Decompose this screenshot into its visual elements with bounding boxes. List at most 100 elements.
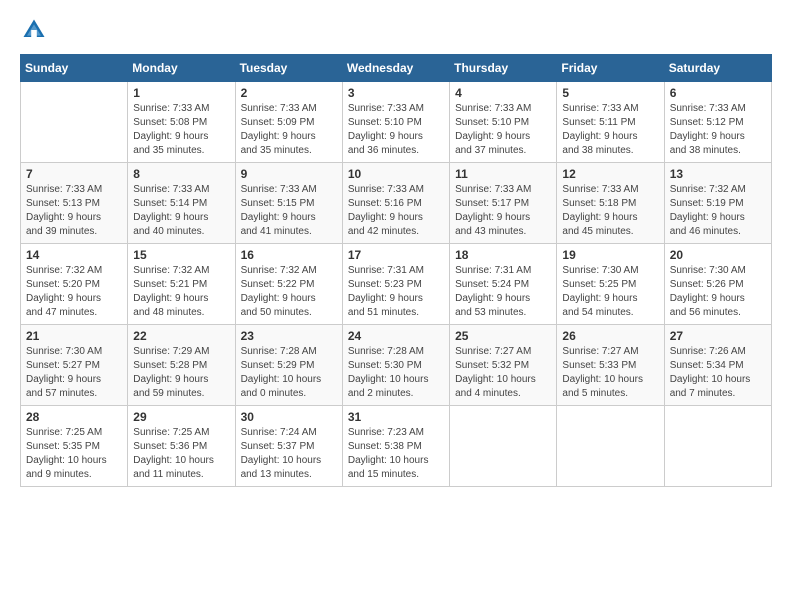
weekday-header-wednesday: Wednesday: [342, 55, 449, 82]
calendar-cell: 27 Sunrise: 7:26 AMSunset: 5:34 PMDayligh…: [664, 325, 771, 406]
day-number: 30: [241, 410, 337, 424]
day-number: 13: [670, 167, 766, 181]
day-info: Sunrise: 7:28 AMSunset: 5:30 PMDaylight:…: [348, 345, 444, 401]
calendar-cell: 14Sunrise: 7:32 AMSunset: 5:20 PMDayligh…: [21, 244, 128, 325]
day-number: 5: [562, 86, 658, 100]
day-number: 9: [241, 167, 337, 181]
calendar-week-row: 21 Sunrise: 7:30 AMSunset: 5:27 PMDayligh…: [21, 325, 772, 406]
day-info: Sunrise: 7:30 AMSunset: 5:26 PMDaylight:…: [670, 264, 766, 320]
calendar-cell: 24 Sunrise: 7:28 AMSunset: 5:30 PMDayligh…: [342, 325, 449, 406]
day-number: 7: [26, 167, 122, 181]
weekday-header-friday: Friday: [557, 55, 664, 82]
day-info: Sunrise: 7:27 AMSunset: 5:33 PMDaylight:…: [562, 345, 658, 401]
day-number: 4: [455, 86, 551, 100]
day-number: 16: [241, 248, 337, 262]
day-number: 1: [133, 86, 229, 100]
weekday-header-row: SundayMondayTuesdayWednesdayThursdayFrid…: [21, 55, 772, 82]
day-info: Sunrise: 7:32 AMSunset: 5:21 PMDaylight:…: [133, 264, 229, 320]
calendar-cell: 15 Sunrise: 7:32 AMSunset: 5:21 PMDayligh…: [128, 244, 235, 325]
calendar-cell: 4 Sunrise: 7:33 AMSunset: 5:10 PMDaylight…: [450, 82, 557, 163]
calendar-cell: 26 Sunrise: 7:27 AMSunset: 5:33 PMDayligh…: [557, 325, 664, 406]
calendar-week-row: 14Sunrise: 7:32 AMSunset: 5:20 PMDayligh…: [21, 244, 772, 325]
calendar-week-row: 1 Sunrise: 7:33 AMSunset: 5:08 PMDaylight…: [21, 82, 772, 163]
day-info: Sunrise: 7:30 AMSunset: 5:27 PMDaylight:…: [26, 345, 122, 401]
day-number: 17: [348, 248, 444, 262]
day-info: Sunrise: 7:33 AMSunset: 5:15 PMDaylight:…: [241, 183, 337, 239]
day-info: Sunrise: 7:30 AMSunset: 5:25 PMDaylight:…: [562, 264, 658, 320]
logo-icon: [20, 16, 48, 44]
day-number: 6: [670, 86, 766, 100]
day-info: Sunrise: 7:29 AMSunset: 5:28 PMDaylight:…: [133, 345, 229, 401]
day-number: 24: [348, 329, 444, 343]
calendar-cell: 30 Sunrise: 7:24 AMSunset: 5:37 PMDayligh…: [235, 406, 342, 487]
header: [20, 16, 772, 44]
calendar-cell: 7 Sunrise: 7:33 AMSunset: 5:13 PMDaylight…: [21, 163, 128, 244]
calendar-week-row: 7 Sunrise: 7:33 AMSunset: 5:13 PMDaylight…: [21, 163, 772, 244]
day-info: Sunrise: 7:33 AMSunset: 5:13 PMDaylight:…: [26, 183, 122, 239]
calendar-cell: [21, 82, 128, 163]
day-info: Sunrise: 7:33 AMSunset: 5:11 PMDaylight:…: [562, 102, 658, 158]
day-number: 28: [26, 410, 122, 424]
calendar-cell: 13Sunrise: 7:32 AMSunset: 5:19 PMDayligh…: [664, 163, 771, 244]
calendar-cell: [664, 406, 771, 487]
calendar-cell: 16Sunrise: 7:32 AMSunset: 5:22 PMDayligh…: [235, 244, 342, 325]
day-info: Sunrise: 7:25 AMSunset: 5:35 PMDaylight:…: [26, 426, 122, 482]
calendar-header: SundayMondayTuesdayWednesdayThursdayFrid…: [21, 55, 772, 82]
day-info: Sunrise: 7:33 AMSunset: 5:09 PMDaylight:…: [241, 102, 337, 158]
calendar-cell: 10 Sunrise: 7:33 AMSunset: 5:16 PMDayligh…: [342, 163, 449, 244]
day-info: Sunrise: 7:31 AMSunset: 5:24 PMDaylight:…: [455, 264, 551, 320]
day-number: 27: [670, 329, 766, 343]
calendar-week-row: 28 Sunrise: 7:25 AMSunset: 5:35 PMDayligh…: [21, 406, 772, 487]
day-info: Sunrise: 7:33 AMSunset: 5:14 PMDaylight:…: [133, 183, 229, 239]
weekday-header-sunday: Sunday: [21, 55, 128, 82]
day-info: Sunrise: 7:25 AMSunset: 5:36 PMDaylight:…: [133, 426, 229, 482]
day-info: Sunrise: 7:33 AMSunset: 5:08 PMDaylight:…: [133, 102, 229, 158]
weekday-header-saturday: Saturday: [664, 55, 771, 82]
day-number: 11: [455, 167, 551, 181]
day-number: 18: [455, 248, 551, 262]
day-info: Sunrise: 7:33 AMSunset: 5:18 PMDaylight:…: [562, 183, 658, 239]
weekday-header-thursday: Thursday: [450, 55, 557, 82]
day-number: 29: [133, 410, 229, 424]
calendar-cell: 12 Sunrise: 7:33 AMSunset: 5:18 PMDayligh…: [557, 163, 664, 244]
day-number: 14: [26, 248, 122, 262]
calendar-cell: 18 Sunrise: 7:31 AMSunset: 5:24 PMDayligh…: [450, 244, 557, 325]
weekday-header-monday: Monday: [128, 55, 235, 82]
day-info: Sunrise: 7:23 AMSunset: 5:38 PMDaylight:…: [348, 426, 444, 482]
day-info: Sunrise: 7:33 AMSunset: 5:12 PMDaylight:…: [670, 102, 766, 158]
weekday-header-tuesday: Tuesday: [235, 55, 342, 82]
calendar-cell: 5 Sunrise: 7:33 AMSunset: 5:11 PMDaylight…: [557, 82, 664, 163]
calendar-cell: 8 Sunrise: 7:33 AMSunset: 5:14 PMDaylight…: [128, 163, 235, 244]
day-info: Sunrise: 7:26 AMSunset: 5:34 PMDaylight:…: [670, 345, 766, 401]
calendar-cell: 22Sunrise: 7:29 AMSunset: 5:28 PMDayligh…: [128, 325, 235, 406]
calendar-cell: 17Sunrise: 7:31 AMSunset: 5:23 PMDayligh…: [342, 244, 449, 325]
logo: [20, 16, 52, 44]
calendar-cell: 21 Sunrise: 7:30 AMSunset: 5:27 PMDayligh…: [21, 325, 128, 406]
day-number: 23: [241, 329, 337, 343]
day-info: Sunrise: 7:33 AMSunset: 5:17 PMDaylight:…: [455, 183, 551, 239]
day-number: 3: [348, 86, 444, 100]
calendar-cell: 29 Sunrise: 7:25 AMSunset: 5:36 PMDayligh…: [128, 406, 235, 487]
calendar-cell: 6 Sunrise: 7:33 AMSunset: 5:12 PMDaylight…: [664, 82, 771, 163]
day-info: Sunrise: 7:28 AMSunset: 5:29 PMDaylight:…: [241, 345, 337, 401]
day-info: Sunrise: 7:33 AMSunset: 5:16 PMDaylight:…: [348, 183, 444, 239]
day-number: 8: [133, 167, 229, 181]
day-info: Sunrise: 7:33 AMSunset: 5:10 PMDaylight:…: [348, 102, 444, 158]
calendar-body: 1 Sunrise: 7:33 AMSunset: 5:08 PMDaylight…: [21, 82, 772, 487]
day-number: 10: [348, 167, 444, 181]
day-number: 12: [562, 167, 658, 181]
calendar-cell: 2 Sunrise: 7:33 AMSunset: 5:09 PMDaylight…: [235, 82, 342, 163]
day-number: 21: [26, 329, 122, 343]
calendar-cell: 9 Sunrise: 7:33 AMSunset: 5:15 PMDaylight…: [235, 163, 342, 244]
day-info: Sunrise: 7:24 AMSunset: 5:37 PMDaylight:…: [241, 426, 337, 482]
day-number: 26: [562, 329, 658, 343]
day-number: 15: [133, 248, 229, 262]
day-info: Sunrise: 7:33 AMSunset: 5:10 PMDaylight:…: [455, 102, 551, 158]
calendar-cell: [557, 406, 664, 487]
day-number: 31: [348, 410, 444, 424]
calendar-cell: [450, 406, 557, 487]
calendar-cell: 31 Sunrise: 7:23 AMSunset: 5:38 PMDayligh…: [342, 406, 449, 487]
day-number: 2: [241, 86, 337, 100]
calendar-cell: 23 Sunrise: 7:28 AMSunset: 5:29 PMDayligh…: [235, 325, 342, 406]
calendar-cell: 11 Sunrise: 7:33 AMSunset: 5:17 PMDayligh…: [450, 163, 557, 244]
